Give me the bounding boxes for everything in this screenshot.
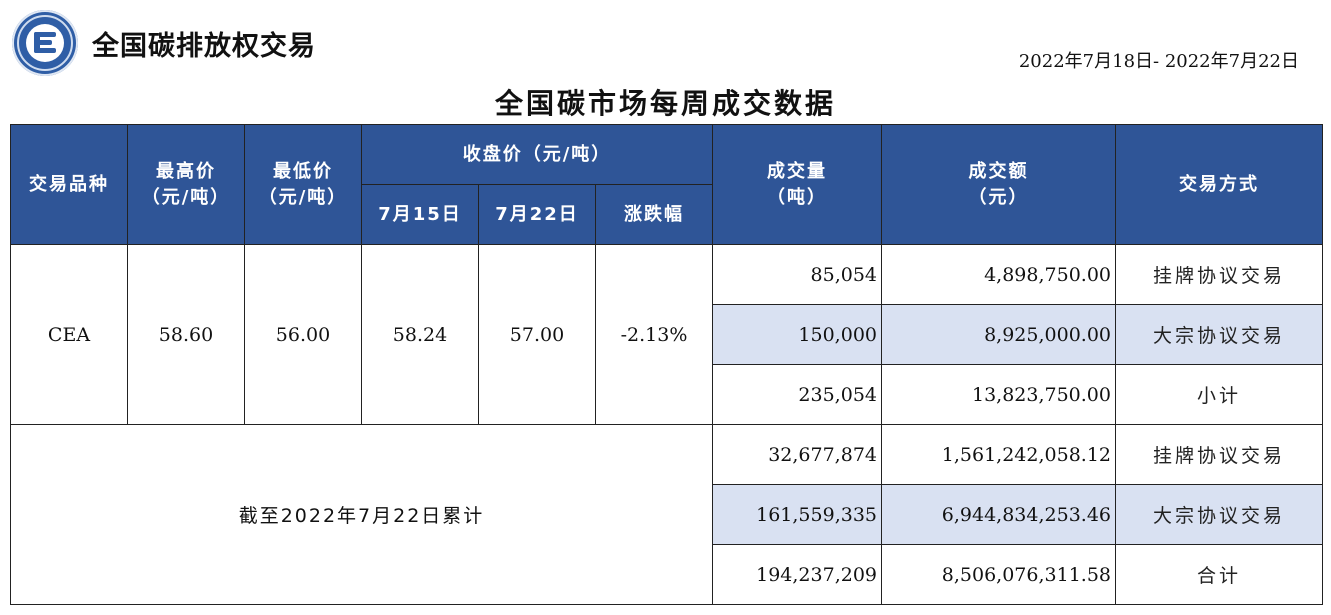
col-high-header: 最高价 （元/吨） [127,124,245,245]
col-product-header: 交易品种 [10,124,128,245]
method-cell: 小计 [1115,364,1323,425]
header-logo-area: 全国碳排放权交易 [12,8,316,78]
volume-cell: 235,054 [712,364,882,425]
col-close-prev-header: 7月15日 [361,184,479,245]
amount-cell: 6,944,834,253.46 [881,484,1116,545]
page-title: 全国碳市场每周成交数据 [494,87,836,120]
product-cell: CEA [10,244,128,425]
volume-cell: 85,054 [712,244,882,305]
method-cell: 挂牌协议交易 [1115,424,1323,485]
method-cell: 合计 [1115,544,1323,605]
close-prev-cell: 58.24 [361,244,479,425]
volume-cell: 161,559,335 [712,484,882,545]
exchange-logo-icon [12,10,78,76]
change-cell: -2.13% [595,244,713,425]
amount-cell: 8,925,000.00 [881,304,1116,365]
method-cell: 大宗协议交易 [1115,484,1323,545]
amount-cell: 4,898,750.00 [881,244,1116,305]
table-row: 截至2022年7月22日累计 32,677,874 1,561,242,058.… [10,424,1323,605]
col-change-header: 涨跌幅 [595,184,713,245]
col-method-header: 交易方式 [1115,124,1323,245]
volume-cell: 150,000 [712,304,882,365]
cumulative-label-cell: 截至2022年7月22日累计 [10,424,713,605]
col-volume-header: 成交量 （吨） [712,124,882,245]
col-close-group-header: 收盘价（元/吨） [361,124,713,185]
volume-cell: 32,677,874 [712,424,882,485]
weekly-trading-table: 交易品种 最高价 （元/吨） 最低价 （元/吨） 收盘价（元/吨） 成交量 （吨… [10,124,1323,605]
close-curr-cell: 57.00 [478,244,596,425]
volume-cell: 194,237,209 [712,544,882,605]
table-row: CEA 58.60 56.00 58.24 57.00 -2.13% 85,05… [10,244,1323,425]
col-close-curr-header: 7月22日 [478,184,596,245]
method-cell: 大宗协议交易 [1115,304,1323,365]
amount-cell: 13,823,750.00 [881,364,1116,425]
high-price-cell: 58.60 [127,244,245,425]
low-price-cell: 56.00 [244,244,362,425]
date-range: 2022年7月18日- 2022年7月22日 [1018,51,1299,72]
method-cell: 挂牌协议交易 [1115,244,1323,305]
amount-cell: 1,561,242,058.12 [881,424,1116,485]
amount-cell: 8,506,076,311.58 [881,544,1116,605]
col-amount-header: 成交额 （元） [881,124,1116,245]
col-low-header: 最低价 （元/吨） [244,124,362,245]
brand-name: 全国碳排放权交易 [92,30,316,62]
